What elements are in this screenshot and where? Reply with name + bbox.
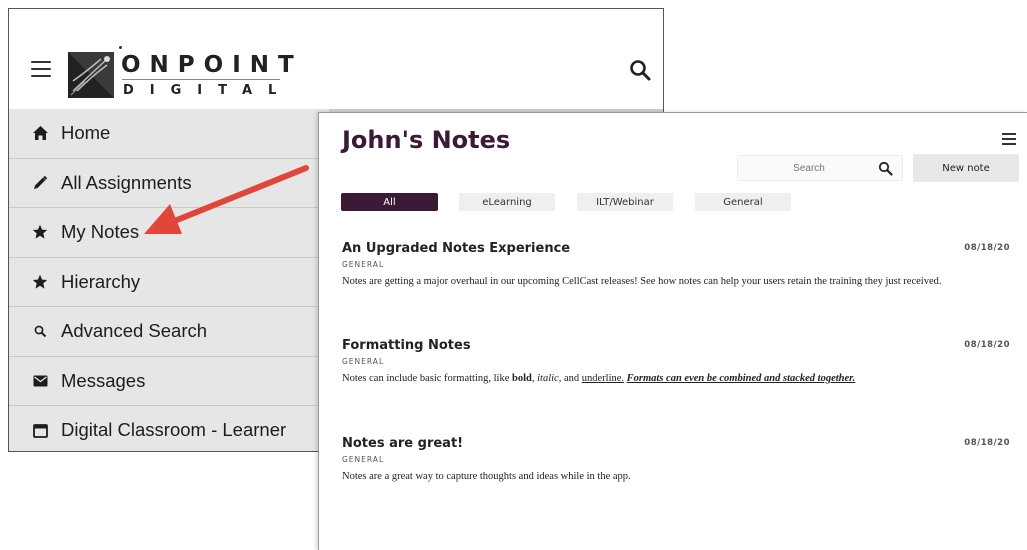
list-item[interactable]: Formatting Notes 08/18/20 GENERAL Notes … — [342, 338, 1010, 388]
star-icon — [31, 223, 49, 241]
page-title: John's Notes — [342, 126, 511, 154]
list-item[interactable]: Notes are great! 08/18/20 GENERAL Notes … — [342, 436, 1010, 486]
sidebar-item-all-assignments[interactable]: All Assignments — [9, 158, 329, 208]
sidebar-item-advanced-search[interactable]: Advanced Search — [9, 307, 329, 357]
hamburger-menu-icon[interactable] — [31, 61, 51, 77]
note-title: An Upgraded Notes Experience — [342, 241, 571, 256]
list-item[interactable]: An Upgraded Notes Experience 08/18/20 GE… — [342, 241, 1010, 291]
sidebar-item-home[interactable]: Home — [9, 109, 329, 159]
note-category: GENERAL — [342, 260, 385, 269]
search-input[interactable] — [744, 159, 874, 177]
notes-search-box — [737, 155, 903, 181]
note-category: GENERAL — [342, 357, 385, 366]
note-body-underline: underline. — [581, 373, 625, 384]
sidebar-item-messages[interactable]: Messages — [9, 356, 329, 406]
sidebar-item-label: Advanced Search — [61, 320, 208, 342]
note-body-bold: bold — [512, 373, 532, 384]
note-body-combined-format: Formats can even be combined and stacked… — [626, 373, 856, 384]
sidebar-item-digital-classroom-learner[interactable]: Digital Classroom - Learner — [9, 406, 329, 451]
sidebar-item-label: My Notes — [61, 221, 140, 243]
hamburger-menu-icon[interactable] — [1002, 133, 1016, 145]
sidebar-item-label: Digital Classroom - Learner — [61, 419, 287, 441]
logo-divider — [122, 79, 280, 80]
sidebar-item-label: Messages — [61, 369, 146, 391]
logo-wordmark-top: ONPOINT — [121, 52, 303, 78]
envelope-icon — [31, 372, 49, 390]
sidebar-item-label: Home — [61, 122, 111, 144]
note-body: Notes are getting a major overhaul in ou… — [342, 276, 942, 287]
search-icon[interactable] — [629, 59, 651, 81]
note-body-text: , and — [558, 373, 582, 384]
note-body: Notes can include basic formatting, like… — [342, 370, 1010, 388]
note-date: 08/18/20 — [964, 243, 1010, 253]
note-body: Notes are a great way to capture thought… — [342, 471, 631, 482]
note-title: Formatting Notes — [342, 338, 471, 353]
sidebar-item-label: Hierarchy — [61, 270, 141, 292]
tab-all[interactable]: All — [341, 193, 438, 211]
search-icon — [31, 322, 49, 340]
note-date: 08/18/20 — [964, 340, 1010, 350]
tab-general[interactable]: General — [695, 193, 791, 211]
note-category: GENERAL — [342, 455, 385, 464]
note-body-text: Notes can include basic formatting, like — [342, 373, 512, 384]
note-date: 08/18/20 — [964, 438, 1010, 448]
star-icon — [31, 273, 49, 291]
left-app-header: ONPOINT DIGITAL — [9, 9, 663, 109]
logo-dot — [119, 46, 122, 49]
home-icon — [31, 124, 49, 142]
search-icon[interactable] — [878, 161, 893, 176]
sidebar-item-hierarchy[interactable]: Hierarchy — [9, 257, 329, 307]
tab-ilt-webinar[interactable]: ILT/Webinar — [577, 193, 673, 211]
logo-wordmark-bottom: DIGITAL — [123, 83, 293, 98]
tab-elearning[interactable]: eLearning — [459, 193, 555, 211]
new-note-button[interactable]: New note — [913, 154, 1019, 182]
note-title: Notes are great! — [342, 436, 464, 451]
sidebar-item-my-notes[interactable]: My Notes — [9, 208, 329, 258]
calendar-icon — [31, 421, 49, 439]
note-body-italic: italic — [537, 373, 559, 384]
pencil-icon — [31, 174, 49, 192]
sidebar-item-label: All Assignments — [61, 171, 192, 193]
onpoint-logo-icon — [68, 52, 114, 98]
sidebar-nav: Home All Assignments My Notes Hierarchy … — [9, 109, 329, 451]
notes-app-window: John's Notes New note All eLearning ILT/… — [318, 112, 1027, 550]
